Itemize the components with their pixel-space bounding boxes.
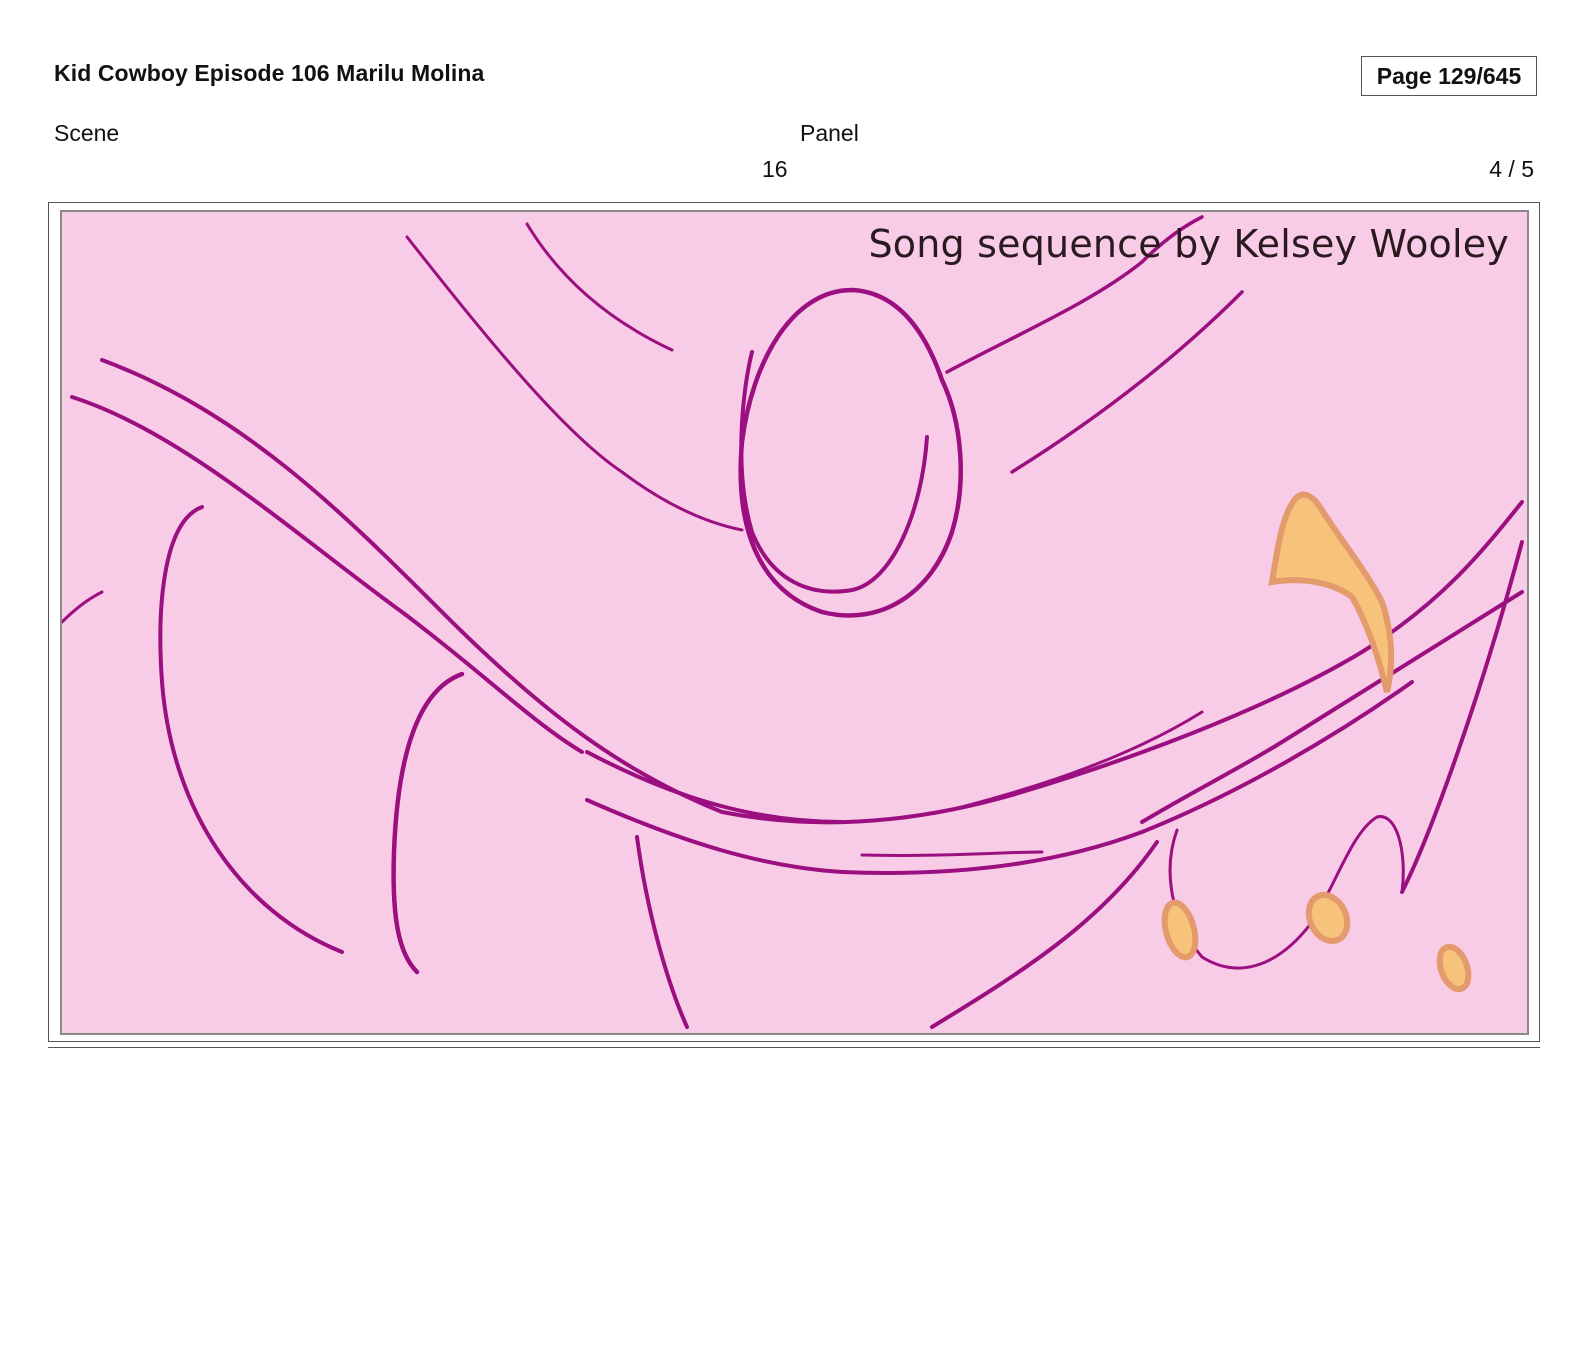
panel-divider [48, 1047, 1540, 1048]
sketch-accent [1305, 891, 1351, 945]
sketch-stroke [860, 850, 1044, 857]
sketch-accent [1161, 899, 1199, 961]
sketch-stroke [635, 835, 689, 1029]
sketch-stroke [1168, 815, 1405, 970]
storyboard-panel: Song sequence by Kelsey Wooley [60, 210, 1529, 1035]
scene-number: 16 [762, 156, 788, 182]
sketch-stroke [70, 395, 584, 754]
sketch-accent [1436, 943, 1472, 993]
panel-number: 4 / 5 [1489, 156, 1534, 182]
sketch-stroke [585, 680, 1414, 875]
page-number-badge: Page 129/645 [1361, 56, 1537, 96]
sketch-stroke [525, 222, 674, 352]
sketch-drawing [62, 215, 1524, 1029]
sketch-stroke [62, 590, 104, 624]
sketch-stroke [391, 671, 465, 975]
sketch-stroke [405, 235, 744, 532]
sketch-stroke [739, 350, 929, 594]
sketch-stroke [1400, 540, 1524, 894]
scene-label: Scene [54, 120, 120, 146]
sketch-stroke [1140, 590, 1524, 824]
panel-label: Panel [800, 120, 859, 146]
sketch-stroke [158, 505, 344, 954]
panel-caption: Song sequence by Kelsey Wooley [868, 222, 1509, 266]
sketch-stroke [100, 358, 1524, 825]
sketch-accent [1268, 491, 1395, 693]
sketch-stroke [940, 710, 1204, 814]
document-title: Kid Cowboy Episode 106 Marilu Molina [54, 60, 485, 86]
